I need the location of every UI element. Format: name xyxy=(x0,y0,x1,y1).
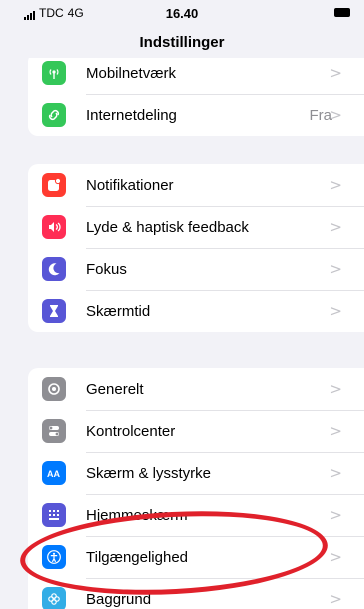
row-sounds[interactable]: Lyde & haptisk feedback > xyxy=(28,206,364,248)
row-label: Tilgængelighed xyxy=(86,548,189,566)
chevron-right-icon: > xyxy=(329,176,342,194)
bell-icon xyxy=(42,173,66,197)
row-label: Skærmtid xyxy=(86,302,151,320)
row-label: Baggrund xyxy=(86,590,152,608)
row-display[interactable]: AA Skærm & lysstyrke > xyxy=(28,452,364,494)
chevron-right-icon: > xyxy=(329,302,342,320)
chevron-right-icon: > xyxy=(329,260,342,278)
toggles-icon xyxy=(42,419,66,443)
battery-icon xyxy=(334,8,350,17)
accessibility-icon xyxy=(42,545,66,569)
hourglass-icon xyxy=(42,299,66,323)
settings-group-general: Generelt > Kontrolcenter > AA Skærm & ly… xyxy=(28,368,364,609)
row-label: Hjemmeskærm xyxy=(86,506,188,524)
antenna-icon xyxy=(42,61,66,85)
chevron-right-icon: > xyxy=(329,218,342,236)
settings-group-network: Mobilnetværk > Internetdeling Fra > xyxy=(28,58,364,136)
chevron-right-icon: > xyxy=(329,106,342,124)
row-general[interactable]: Generelt > xyxy=(28,368,364,410)
row-hotspot[interactable]: Internetdeling Fra > xyxy=(28,94,364,136)
home-grid-icon xyxy=(42,503,66,527)
row-focus[interactable]: Fokus > xyxy=(28,248,364,290)
row-control-center[interactable]: Kontrolcenter > xyxy=(28,410,364,452)
row-label: Generelt xyxy=(86,380,144,398)
moon-icon xyxy=(42,257,66,281)
row-label: Notifikationer xyxy=(86,176,174,194)
gear-icon xyxy=(42,377,66,401)
chevron-right-icon: > xyxy=(329,64,342,82)
status-time: 16.40 xyxy=(165,6,199,21)
chevron-right-icon: > xyxy=(329,506,342,524)
hotspot-icon xyxy=(42,103,66,127)
chevron-right-icon: > xyxy=(329,464,342,482)
status-bar: TDC 4G 16.40 xyxy=(0,0,364,28)
row-notifications[interactable]: Notifikationer > xyxy=(28,164,364,206)
chevron-right-icon: > xyxy=(329,590,342,608)
row-home-screen[interactable]: Hjemmeskærm > xyxy=(28,494,364,536)
row-label: Mobilnetværk xyxy=(86,64,177,82)
row-label: Lyde & haptisk feedback xyxy=(86,218,249,236)
chevron-right-icon: > xyxy=(329,422,342,440)
settings-list[interactable]: Mobilnetværk > Internetdeling Fra > Noti… xyxy=(0,58,364,609)
row-label: Skærm & lysstyrke xyxy=(86,464,212,482)
chevron-right-icon: > xyxy=(329,548,342,566)
row-label: Internetdeling xyxy=(86,106,177,124)
row-mobile-network[interactable]: Mobilnetværk > xyxy=(28,58,364,94)
row-screen-time[interactable]: Skærmtid > xyxy=(28,290,364,332)
speaker-icon xyxy=(42,215,66,239)
text-size-icon: AA xyxy=(42,461,66,485)
svg-text:AA: AA xyxy=(47,469,60,479)
row-label: Kontrolcenter xyxy=(86,422,176,440)
row-label: Fokus xyxy=(86,260,127,278)
page-title: Indstillinger xyxy=(139,34,225,51)
row-wallpaper[interactable]: Baggrund > xyxy=(28,578,364,609)
chevron-right-icon: > xyxy=(329,380,342,398)
wallpaper-icon xyxy=(42,587,66,609)
row-accessibility[interactable]: Tilgængelighed > xyxy=(28,536,364,578)
settings-group-notifications: Notifikationer > Lyde & haptisk feedback… xyxy=(28,164,364,332)
